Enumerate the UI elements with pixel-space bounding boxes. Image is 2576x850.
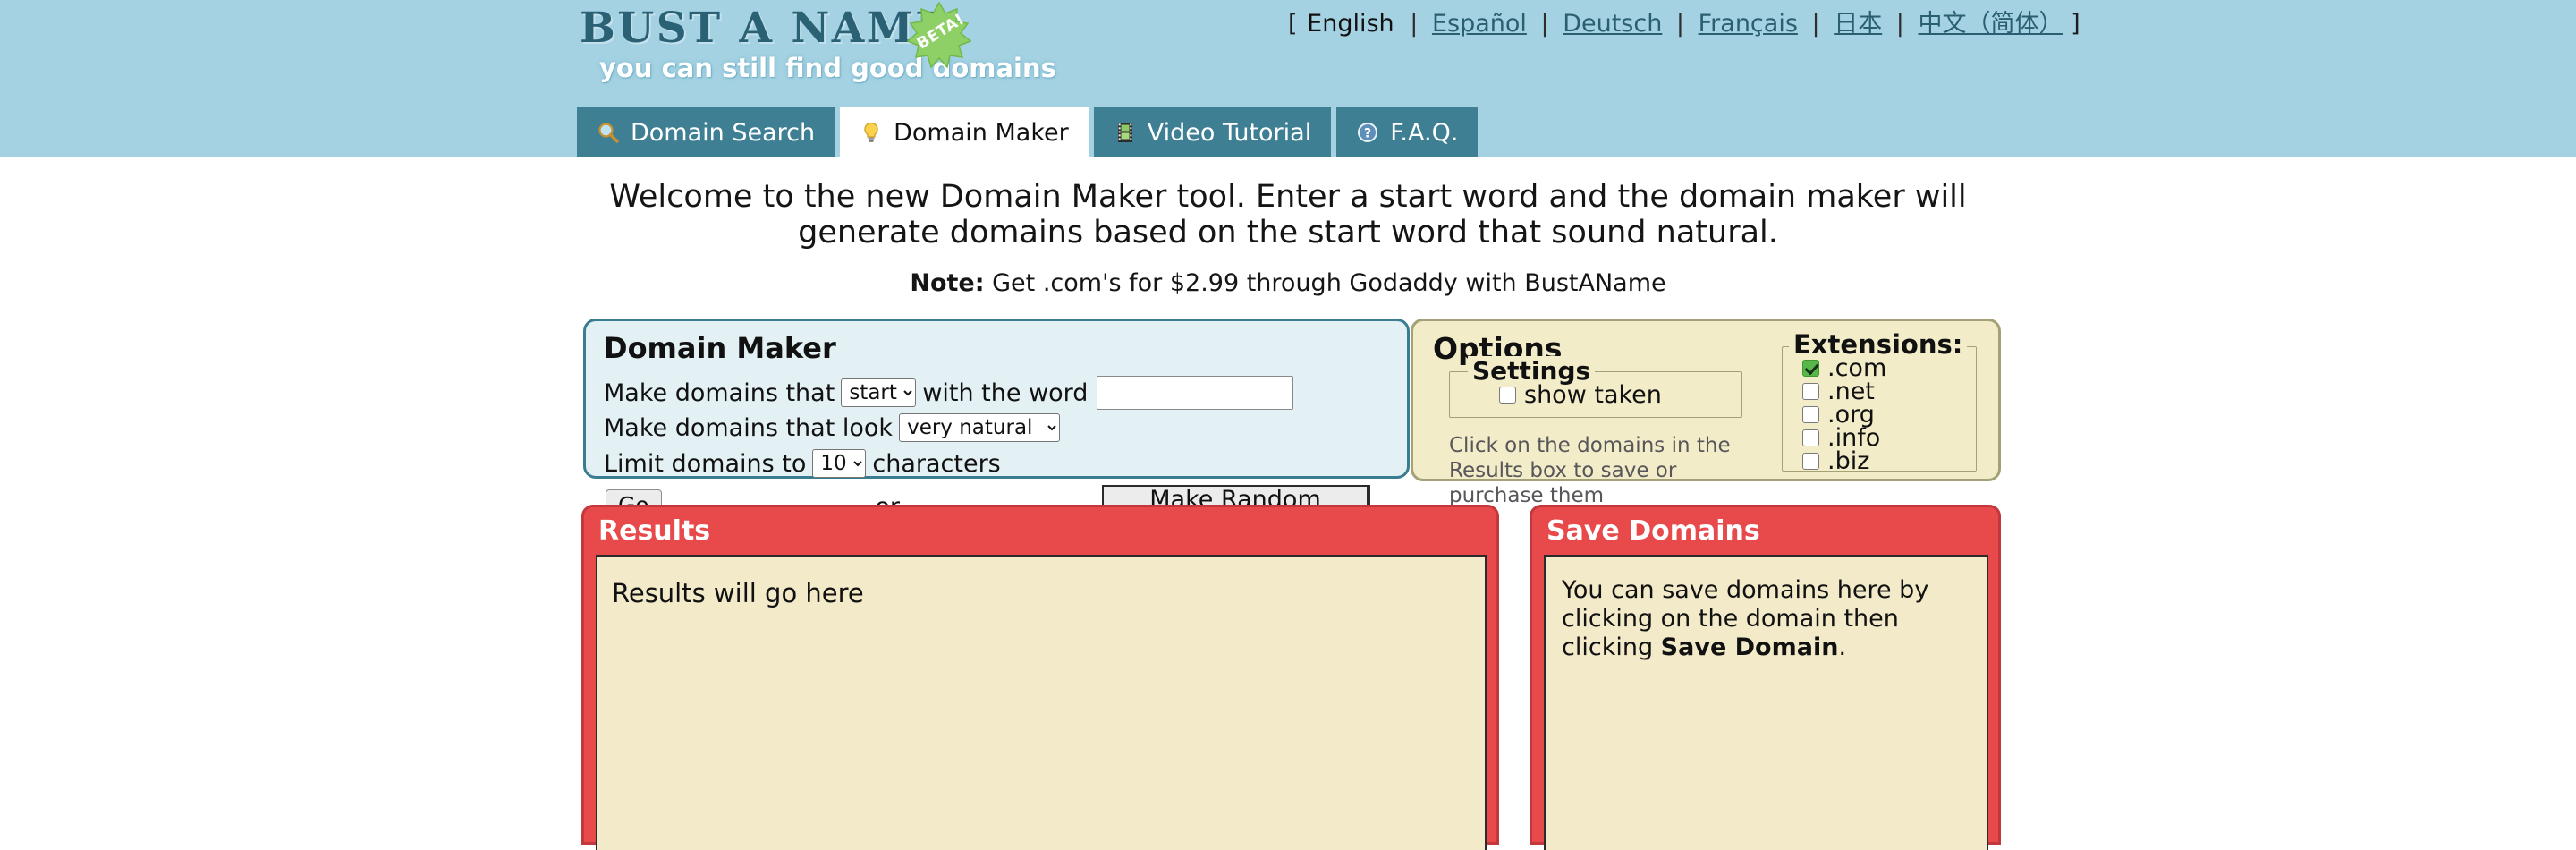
extension-checkbox-net[interactable] (1802, 382, 1819, 400)
language-selector: [ English | Español | Deutsch | Français… (1288, 4, 2080, 38)
tab-domain-search[interactable]: Domain Search (577, 107, 835, 157)
language-link-chinese-simplified[interactable]: 中文（简体） (1919, 10, 2063, 38)
save-domains-body[interactable]: You can save domains here by clicking on… (1544, 555, 1988, 850)
results-placeholder-text: Results will go here (612, 578, 864, 608)
language-close-bracket: ] (2071, 10, 2080, 38)
main-tab-bar: Domain Search Domain Maker Video Tutoria… (577, 107, 1479, 157)
extension-checkbox-com[interactable] (1802, 359, 1819, 377)
welcome-message: Welcome to the new Domain Maker tool. En… (609, 179, 1967, 251)
language-link-espanol[interactable]: Español (1432, 10, 1527, 38)
domain-maker-panel: Domain Maker Make domains that startend … (583, 319, 1410, 540)
site-logo[interactable]: BUST A NAME you can still find good doma… (577, 1, 1056, 88)
extension-checkbox-info[interactable] (1802, 429, 1819, 446)
position-select[interactable]: startend (841, 378, 917, 407)
site-header: [ English | Español | Deutsch | Français… (0, 0, 2576, 157)
tab-domain-maker[interactable]: Domain Maker (840, 107, 1089, 157)
main-content: Welcome to the new Domain Maker tool. En… (0, 157, 2576, 850)
look-select[interactable]: very naturalnaturalsomewhat naturalrando… (899, 413, 1061, 442)
save-help-bold: Save Domain (1660, 633, 1839, 661)
extension-item-org[interactable]: .org (1802, 401, 1886, 429)
language-link-japanese[interactable]: 日本 (1834, 10, 1882, 38)
tab-faq[interactable]: ? F.A.Q. (1336, 107, 1479, 157)
save-domains-title: Save Domains (1546, 515, 1760, 547)
language-separator: | (1675, 10, 1685, 38)
magnifier-icon (597, 121, 620, 144)
row-suffix-label: with the word (922, 378, 1089, 407)
limit-select[interactable]: 56789101112 (812, 449, 867, 478)
tab-label: Domain Search (631, 118, 816, 147)
save-domains-panel: Save Domains You can save domains here b… (1530, 505, 2001, 850)
options-hint-text: Click on the domains in the Results box … (1449, 434, 1731, 507)
row-prefix-label: Make domains that (604, 378, 835, 407)
extension-checkbox-biz[interactable] (1802, 452, 1819, 470)
extension-label: .biz (1827, 446, 1870, 475)
extension-item-info[interactable]: .info (1802, 424, 1886, 452)
show-taken-row[interactable]: show taken (1499, 381, 1662, 409)
language-open-bracket: [ (1288, 10, 1298, 38)
results-body[interactable]: Results will go here (596, 555, 1487, 850)
language-separator: | (1811, 10, 1820, 38)
tab-label: F.A.Q. (1390, 118, 1459, 147)
show-taken-label: show taken (1524, 381, 1662, 409)
language-current-english: English (1307, 10, 1394, 38)
beta-badge-icon: BETA! (906, 1, 972, 69)
domain-maker-row-look: Make domains that look very naturalnatur… (604, 413, 1066, 442)
extension-item-net[interactable]: .net (1802, 378, 1886, 405)
language-separator: | (1895, 10, 1904, 38)
save-help-after: . (1838, 633, 1847, 661)
domain-maker-row-limit: Limit domains to 56789101112 characters (604, 449, 1001, 478)
extension-checkbox-org[interactable] (1802, 405, 1819, 423)
row-prefix-label: Limit domains to (604, 449, 807, 478)
logo-title: BUST A NAME (580, 4, 950, 53)
promo-note: Note: Get .com's for $2.99 through Godad… (572, 269, 2004, 297)
options-panel: Options Settings show taken Click on the… (1411, 319, 2001, 507)
svg-text:?: ? (1364, 127, 1371, 141)
language-separator: | (1540, 10, 1549, 38)
filmstrip-icon (1114, 121, 1137, 144)
extension-item-com[interactable]: .com (1802, 354, 1886, 382)
language-separator: | (1410, 10, 1419, 38)
tab-video-tutorial[interactable]: Video Tutorial (1093, 107, 1332, 157)
language-link-francais[interactable]: Français (1699, 10, 1798, 38)
tab-label: Video Tutorial (1147, 118, 1312, 147)
row-suffix-label: characters (872, 449, 1001, 478)
extension-item-biz[interactable]: .biz (1802, 446, 1886, 475)
domain-maker-title: Domain Maker (604, 331, 836, 365)
results-title: Results (598, 515, 711, 547)
start-word-input[interactable] (1097, 376, 1294, 410)
extensions-list: .com .net .org .info .biz (1802, 354, 1886, 475)
save-domains-help-text: You can save domains here by clicking on… (1562, 576, 1962, 662)
promo-note-label: Note: (910, 269, 985, 297)
question-circle-icon: ? (1356, 121, 1379, 144)
logo-tagline: you can still find good domains (599, 53, 1056, 83)
extensions-fieldset: Extensions: .com .net .org .info .biz (1782, 329, 1977, 475)
promo-note-text: Get .com's for $2.99 through Godaddy wit… (984, 269, 1666, 297)
domain-maker-row-position: Make domains that startend with the word (604, 376, 1294, 410)
results-panel: Results Results will go here (581, 505, 1499, 850)
show-taken-checkbox[interactable] (1499, 387, 1516, 404)
row-prefix-label: Make domains that look (604, 413, 894, 442)
lightbulb-icon (860, 121, 883, 144)
settings-fieldset: Settings show taken (1449, 356, 1742, 418)
tab-label: Domain Maker (894, 118, 1069, 147)
language-link-deutsch[interactable]: Deutsch (1563, 10, 1662, 38)
